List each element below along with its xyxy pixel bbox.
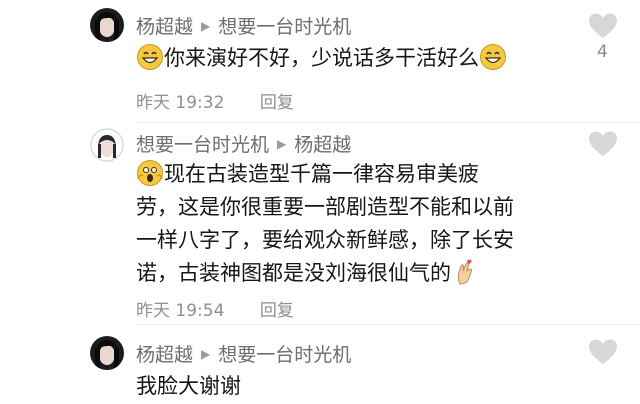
like-button[interactable] xyxy=(588,338,618,366)
author-name[interactable]: 杨超越 xyxy=(136,340,193,367)
comment-header: 杨超越 ▶ 想要一台时光机 xyxy=(136,12,351,39)
reply-button[interactable]: 回复 xyxy=(260,301,294,321)
comment-line: 诺，古装神图都是没刘海很仙气的 xyxy=(136,257,576,290)
reply-to-name[interactable]: 想要一台时光机 xyxy=(218,340,351,367)
comment-line: 一样八字了，要给观众新鲜感，除了长安 xyxy=(136,228,514,252)
finger-heart-icon xyxy=(451,258,479,286)
play-triangle-icon: ▶ xyxy=(277,136,287,151)
grinning-face-icon xyxy=(136,43,164,71)
comment-item: 想要一台时光机 ▶ 杨超越 现在古装造型千篇一律容易审美疲 劳，这是你很重要一部… xyxy=(0,122,640,332)
comment-line: 现在古装造型千篇一律容易审美疲 xyxy=(136,158,576,191)
comment-header: 杨超越 ▶ 想要一台时光机 xyxy=(136,340,351,367)
avatar[interactable] xyxy=(90,336,124,370)
reply-to-name[interactable]: 想要一台时光机 xyxy=(218,12,351,39)
comment-text: 你来演好不好，少说话多干活好么 xyxy=(136,42,507,75)
comment-body-text: 现在古装造型千篇一律容易审美疲 xyxy=(164,162,479,186)
divider xyxy=(136,324,640,325)
play-triangle-icon: ▶ xyxy=(201,18,211,33)
like-button[interactable] xyxy=(588,12,618,40)
like-count: 4 xyxy=(597,42,608,62)
author-name[interactable]: 杨超越 xyxy=(136,12,193,39)
reply-button[interactable]: 回复 xyxy=(260,93,294,113)
author-name[interactable]: 想要一台时光机 xyxy=(136,130,269,157)
comment-meta: 昨天 19:54 回复 xyxy=(136,296,294,321)
grinning-face-icon xyxy=(479,43,507,71)
like-button[interactable] xyxy=(588,130,618,158)
comment-item: 杨超越 ▶ 想要一台时光机 你来演好不好，少说话多干活好么 昨天 19:32 回… xyxy=(0,0,640,122)
avatar[interactable] xyxy=(90,8,124,42)
heart-icon xyxy=(589,13,617,38)
screaming-face-icon xyxy=(136,159,164,187)
avatar[interactable] xyxy=(90,128,124,162)
heart-icon xyxy=(589,339,617,364)
reply-to-name[interactable]: 杨超越 xyxy=(294,130,351,157)
comment-body-text: 诺，古装神图都是没刘海很仙气的 xyxy=(136,261,451,285)
play-triangle-icon: ▶ xyxy=(201,346,211,361)
comment-header: 想要一台时光机 ▶ 杨超越 xyxy=(136,130,351,157)
comment-meta: 昨天 19:32 回复 xyxy=(136,88,294,113)
comment-body-text: 你来演好不好，少说话多干活好么 xyxy=(164,46,479,70)
comment-item: 杨超越 ▶ 想要一台时光机 我脸大谢谢 xyxy=(0,332,640,404)
heart-icon xyxy=(589,131,617,156)
timestamp: 昨天 19:54 xyxy=(136,301,225,321)
timestamp: 昨天 19:32 xyxy=(136,93,225,113)
comment-text: 现在古装造型千篇一律容易审美疲 劳，这是你很重要一部剧造型不能和以前 一样八字了… xyxy=(136,158,576,290)
comment-line: 劳，这是你很重要一部剧造型不能和以前 xyxy=(136,195,514,219)
comment-text: 我脸大谢谢 xyxy=(136,374,241,398)
